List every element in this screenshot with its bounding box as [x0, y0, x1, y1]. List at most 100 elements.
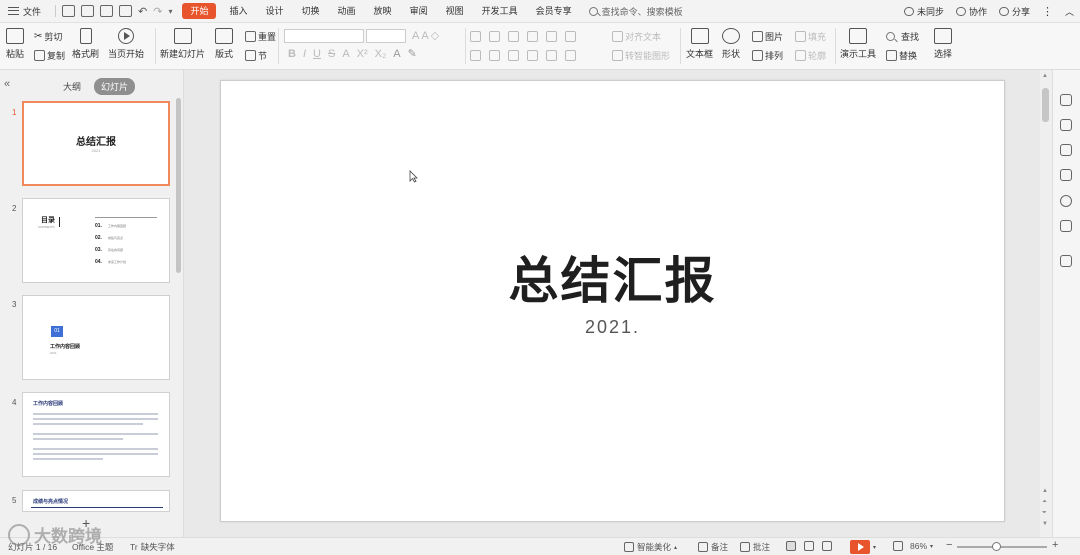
increase-font-icon[interactable]: A	[412, 30, 419, 42]
slide-transition-icon[interactable]	[1060, 169, 1072, 181]
sync-button[interactable]: 未同步	[903, 5, 944, 18]
tab-home[interactable]: 开始	[182, 3, 217, 19]
replace-button[interactable]: 替换	[886, 49, 917, 62]
slide-thumbnail-4[interactable]: 工作内容回顾	[22, 392, 170, 477]
superscript-icon[interactable]: X²	[357, 48, 368, 60]
next-page-icon[interactable]: ⏷	[1042, 510, 1047, 517]
bold-icon[interactable]: B	[288, 48, 296, 60]
zoom-in-icon[interactable]: +	[1052, 539, 1058, 551]
numbering-icon[interactable]	[489, 31, 500, 42]
normal-view-icon[interactable]	[786, 541, 796, 551]
animation-star-icon[interactable]	[1060, 144, 1072, 156]
export-pdf-icon[interactable]	[81, 5, 95, 17]
missing-font-button[interactable]: Tr 缺失字体	[130, 541, 175, 553]
textbox-button[interactable]: 文本框	[686, 28, 713, 60]
align-text-button[interactable]: 对齐文本	[612, 30, 661, 43]
smart-beautify-button[interactable]: 智能美化 ▴	[624, 541, 677, 553]
zoom-slider-knob[interactable]	[991, 542, 1001, 551]
help-icon[interactable]	[1060, 195, 1072, 207]
comments-button[interactable]: 批注	[740, 541, 770, 553]
command-search[interactable]: 查找命令、搜索模板	[588, 5, 683, 18]
adjust-icon[interactable]	[1060, 119, 1072, 131]
slide-title[interactable]: 总结汇报	[221, 241, 1004, 313]
collab-button[interactable]: 协作	[955, 5, 987, 18]
subscript-icon[interactable]: X₂	[375, 48, 387, 60]
align-right-icon[interactable]	[508, 50, 519, 61]
scroll-up-icon[interactable]: ▲	[1042, 73, 1048, 79]
decrease-font-icon[interactable]: A	[421, 30, 428, 42]
slideshow-button[interactable]: ▾	[850, 540, 876, 554]
align-center-icon[interactable]	[489, 50, 500, 61]
share-button[interactable]: 分享	[998, 5, 1030, 18]
scroll-down-icon[interactable]: ▼	[1042, 521, 1048, 527]
shadow-icon[interactable]: A	[342, 48, 349, 60]
paste-button[interactable]: 粘贴	[6, 28, 24, 60]
align-left-icon[interactable]	[470, 50, 481, 61]
fit-window-icon[interactable]	[893, 541, 903, 551]
cube-icon[interactable]	[1060, 255, 1072, 267]
font-size-controls[interactable]: A A ◇	[412, 29, 439, 43]
bullets-icon[interactable]	[470, 31, 481, 42]
line-spacing-icon[interactable]	[546, 31, 557, 42]
print-preview-icon[interactable]	[119, 5, 133, 17]
save-icon[interactable]	[62, 5, 76, 17]
tab-slides[interactable]: 幻灯片	[94, 78, 136, 95]
tab-view[interactable]: 视图	[437, 0, 473, 23]
clear-format-icon[interactable]: ◇	[431, 29, 439, 42]
copy-button[interactable]: 复制	[34, 49, 65, 62]
slide-thumbnail-3[interactable]: 01 工作内容回顾 2021	[22, 295, 170, 380]
panel-scrollbar[interactable]	[176, 98, 181, 273]
zoom-slider[interactable]	[957, 546, 1047, 548]
zoom-out-icon[interactable]: −	[946, 539, 952, 551]
text-direction-icon[interactable]	[565, 31, 576, 42]
tab-animation[interactable]: 动画	[329, 0, 365, 23]
customize-qa-icon[interactable]: ▾	[168, 7, 172, 16]
backup-icon[interactable]	[1060, 220, 1072, 232]
slide-subtitle[interactable]: 2021.	[221, 317, 1004, 338]
present-tools-button[interactable]: 演示工具	[840, 28, 876, 60]
tab-insert[interactable]: 插入	[220, 0, 256, 23]
prev-page-icon[interactable]: ⏶	[1042, 499, 1047, 506]
distribute-icon[interactable]	[546, 50, 557, 61]
vertical-scroll-thumb[interactable]	[1042, 88, 1049, 122]
section-button[interactable]: 节	[245, 49, 267, 62]
slide-canvas[interactable]: 总结汇报 2021.	[220, 80, 1005, 522]
scroll-top-icon[interactable]: ▲	[1042, 488, 1048, 494]
select-button[interactable]: 选择	[934, 28, 952, 60]
notes-button[interactable]: 备注	[698, 541, 728, 553]
redo-icon[interactable]: ↷	[153, 5, 162, 18]
highlight-icon[interactable]: ✎	[408, 47, 417, 60]
slide-thumbnail-1[interactable]: 总结汇报 2021	[22, 101, 170, 186]
underline-icon[interactable]: U	[313, 48, 321, 60]
arrange-button[interactable]: 排列	[752, 49, 783, 62]
columns-icon[interactable]	[565, 50, 576, 61]
picture-button[interactable]: 图片	[752, 30, 783, 43]
rocket-icon[interactable]	[1060, 94, 1072, 106]
shape-button[interactable]: 形状	[722, 28, 740, 60]
slide-thumbnail-2[interactable]: 目录 CONTENTS 01. 工作内容回顾 02. 成绩与亮点 03. 存在的问题 …	[22, 198, 170, 283]
reset-button[interactable]: 重置	[245, 30, 276, 43]
tab-slideshow[interactable]: 放映	[365, 0, 401, 23]
start-from-current-button[interactable]: 当页开始	[108, 28, 144, 60]
find-button[interactable]: 查找	[886, 30, 919, 43]
new-slide-button[interactable]: 新建幻灯片	[160, 28, 205, 60]
font-color-icon[interactable]: A	[393, 48, 400, 60]
collapse-panel-icon[interactable]: «	[4, 78, 10, 90]
justify-icon[interactable]	[527, 50, 538, 61]
reading-view-icon[interactable]	[822, 541, 832, 551]
indent-icon[interactable]	[527, 31, 538, 42]
layout-button[interactable]: 版式	[215, 28, 233, 60]
fill-button[interactable]: 填充	[795, 30, 826, 43]
vertical-scrollbar[interactable]	[1040, 70, 1052, 540]
tab-transition[interactable]: 切换	[293, 0, 329, 23]
format-painter-button[interactable]: 格式刷	[72, 28, 99, 60]
outdent-icon[interactable]	[508, 31, 519, 42]
sorter-view-icon[interactable]	[804, 541, 814, 551]
outline-button[interactable]: 轮廓	[795, 49, 826, 62]
strikethrough-icon[interactable]: S	[328, 48, 335, 60]
convert-smartart-button[interactable]: 转智能图形	[612, 49, 670, 62]
zoom-level[interactable]: 86% ▾	[910, 541, 933, 551]
print-icon[interactable]	[100, 5, 114, 17]
tab-developer[interactable]: 开发工具	[473, 0, 527, 23]
file-menu[interactable]: 文件	[0, 0, 49, 23]
